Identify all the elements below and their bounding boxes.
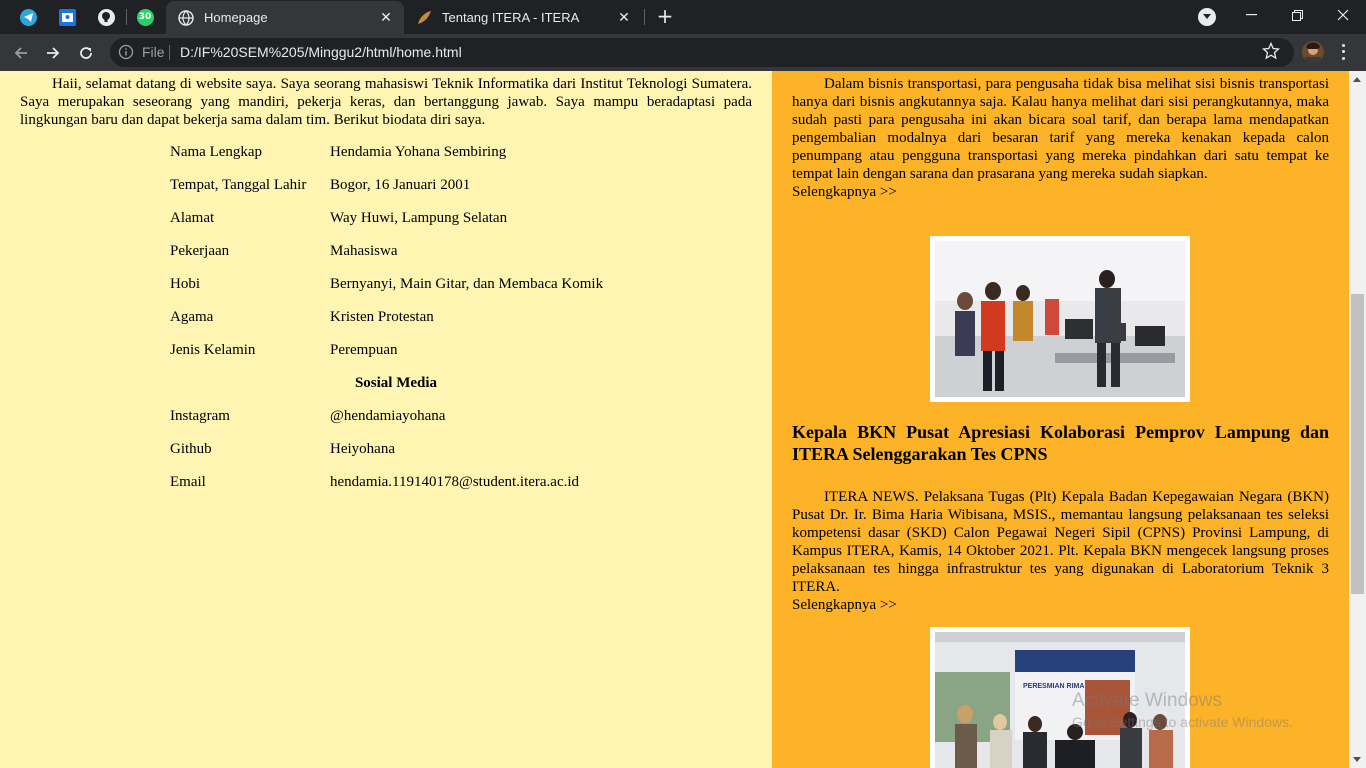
social-value: hendamia.119140178@student.itera.ac.id [330,474,580,490]
watermark-line-1: Activate Windows [1072,690,1222,711]
article-1-text: Dalam bisnis transportasi, para pengusah… [792,76,1329,182]
itera-leaf-icon [416,10,432,26]
forward-button[interactable] [40,40,66,66]
banner-text: PERESMIAN RIMA [1023,683,1084,690]
tab-tentang-itera[interactable]: Tentang ITERA - ITERA ✕ [404,1,642,34]
bio-value: Hendamia Yohana Sembiring [330,144,507,160]
intro-paragraph: Haii, selamat datang di website saya. Sa… [20,76,752,128]
bio-label: Alamat [170,210,215,226]
bio-value: Way Huwi, Lampung Selatan [330,210,508,226]
web-page: Haii, selamat datang di website saya. Sa… [0,71,1349,768]
bio-value: Bernyanyi, Main Gitar, dan Membaca Komik [330,276,604,292]
biodata-table: Nama Lengkap Hendamia Yohana Sembiring T… [170,144,622,507]
social-value: Heiyohana [330,441,395,457]
tab-title: Homepage [204,10,268,25]
lab-visit-photo [935,241,1185,397]
telegram-icon [19,8,37,26]
info-icon [118,44,134,60]
restore-button[interactable] [1274,0,1320,30]
browser-menu-button[interactable] [1338,42,1348,62]
bio-label: Jenis Kelamin [170,342,256,358]
table-row: Email hendamia.119140178@student.itera.a… [170,474,622,507]
new-tab-button[interactable]: + [652,5,678,29]
biodata-panel: Haii, selamat datang di website saya. Sa… [0,71,772,768]
article-1: Dalam bisnis transportasi, para pengusah… [792,75,1329,201]
social-label: Github [170,441,212,457]
table-row: Jenis Kelamin Perempuan [170,342,622,375]
table-row: Alamat Way Huwi, Lampung Selatan [170,210,622,243]
close-tab-icon[interactable]: ✕ [614,8,634,28]
bio-value: Mahasiswa [330,243,398,259]
social-label: Email [170,474,206,490]
bio-value: Bogor, 16 Januari 2001 [330,177,471,193]
article-2-text: ITERA NEWS. Pelaksana Tugas (Plt) Kepala… [792,489,1329,595]
tab-title: Tentang ITERA - ITERA [442,10,580,25]
bio-label: Tempat, Tanggal Lahir [170,177,307,193]
bio-value: Perempuan [330,342,398,358]
social-label: Instagram [170,408,230,424]
watermark-line-2: Go to Settings to activate Windows. [1072,714,1293,730]
back-arrow-icon [14,47,27,59]
profile-avatar[interactable] [1302,41,1324,63]
minimize-button[interactable] [1228,0,1274,30]
article-2-title[interactable]: Kepala BKN Pusat Apresiasi Kolaborasi Pe… [792,421,1329,465]
bio-value: Kristen Protestan [330,309,434,325]
bio-label: Agama [170,309,214,325]
table-row: Pekerjaan Mahasiswa [170,243,622,276]
reload-button[interactable] [73,40,99,66]
minimize-icon [1245,14,1257,16]
page-scrollbar[interactable] [1349,71,1366,768]
read-more-link[interactable]: Selengkapnya >> [792,184,897,200]
table-row: Sosial Media [170,375,622,408]
news-panel: Dalam bisnis transportasi, para pengusah… [772,71,1349,768]
table-row: Github Heiyohana [170,441,622,474]
back-button[interactable] [8,40,34,66]
close-icon [1337,9,1349,21]
table-row: Tempat, Tanggal Lahir Bogor, 16 Januari … [170,177,622,210]
address-bar[interactable]: File D:/IF%20SEM%205/Minggu2/html/home.h… [110,38,1294,67]
social-value: @hendamiayohana [330,408,446,424]
whatsapp-badge: 30 [138,12,152,22]
bio-label: Hobi [170,276,200,292]
social-media-heading: Sosial Media [354,375,438,391]
bio-label: Pekerjaan [170,243,230,259]
restore-icon [1291,9,1303,21]
table-row: Instagram @hendamiayohana [170,408,622,441]
reload-icon [80,47,92,59]
tab-search-button[interactable] [1198,8,1216,26]
classroom-icon [58,8,76,26]
pinned-tab-whatsapp[interactable]: 30 [127,5,163,29]
activate-windows-watermark: Activate Windows Go to Settings to activ… [1072,690,1293,730]
pinned-tab-telegram[interactable] [10,5,46,29]
article-2: ITERA NEWS. Pelaksana Tugas (Plt) Kepala… [792,488,1329,614]
close-window-button[interactable] [1320,0,1366,30]
forward-arrow-icon [47,47,60,59]
chevron-down-icon [1203,14,1211,19]
globe-icon [178,9,194,26]
pinned-tab-github[interactable] [88,5,124,29]
whatsapp-icon: 30 [136,8,154,26]
tab-homepage[interactable]: Homepage ✕ [166,1,404,34]
table-row: Agama Kristen Protestan [170,309,622,342]
url-text[interactable]: D:/IF%20SEM%205/Minggu2/html/home.html [180,44,462,60]
github-icon [97,8,115,26]
table-row: Hobi Bernyanyi, Main Gitar, dan Membaca … [170,276,622,309]
url-scheme: File [142,44,165,60]
scroll-up-icon[interactable] [1353,77,1361,82]
article-1-photo [930,236,1190,402]
bookmark-star-icon[interactable] [1262,42,1280,60]
close-tab-icon[interactable]: ✕ [376,8,396,28]
table-row: Nama Lengkap Hendamia Yohana Sembiring [170,144,622,177]
pinned-tab-classroom[interactable] [49,5,85,29]
read-more-link[interactable]: Selengkapnya >> [792,597,897,613]
scroll-down-icon[interactable] [1353,757,1361,762]
scrollbar-thumb[interactable] [1351,294,1364,594]
toolbar: File D:/IF%20SEM%205/Minggu2/html/home.h… [0,34,1366,71]
tab-strip: 30 Homepage ✕ Tentang ITERA - ITERA ✕ + [0,0,1366,34]
bio-label: Nama Lengkap [170,144,263,160]
